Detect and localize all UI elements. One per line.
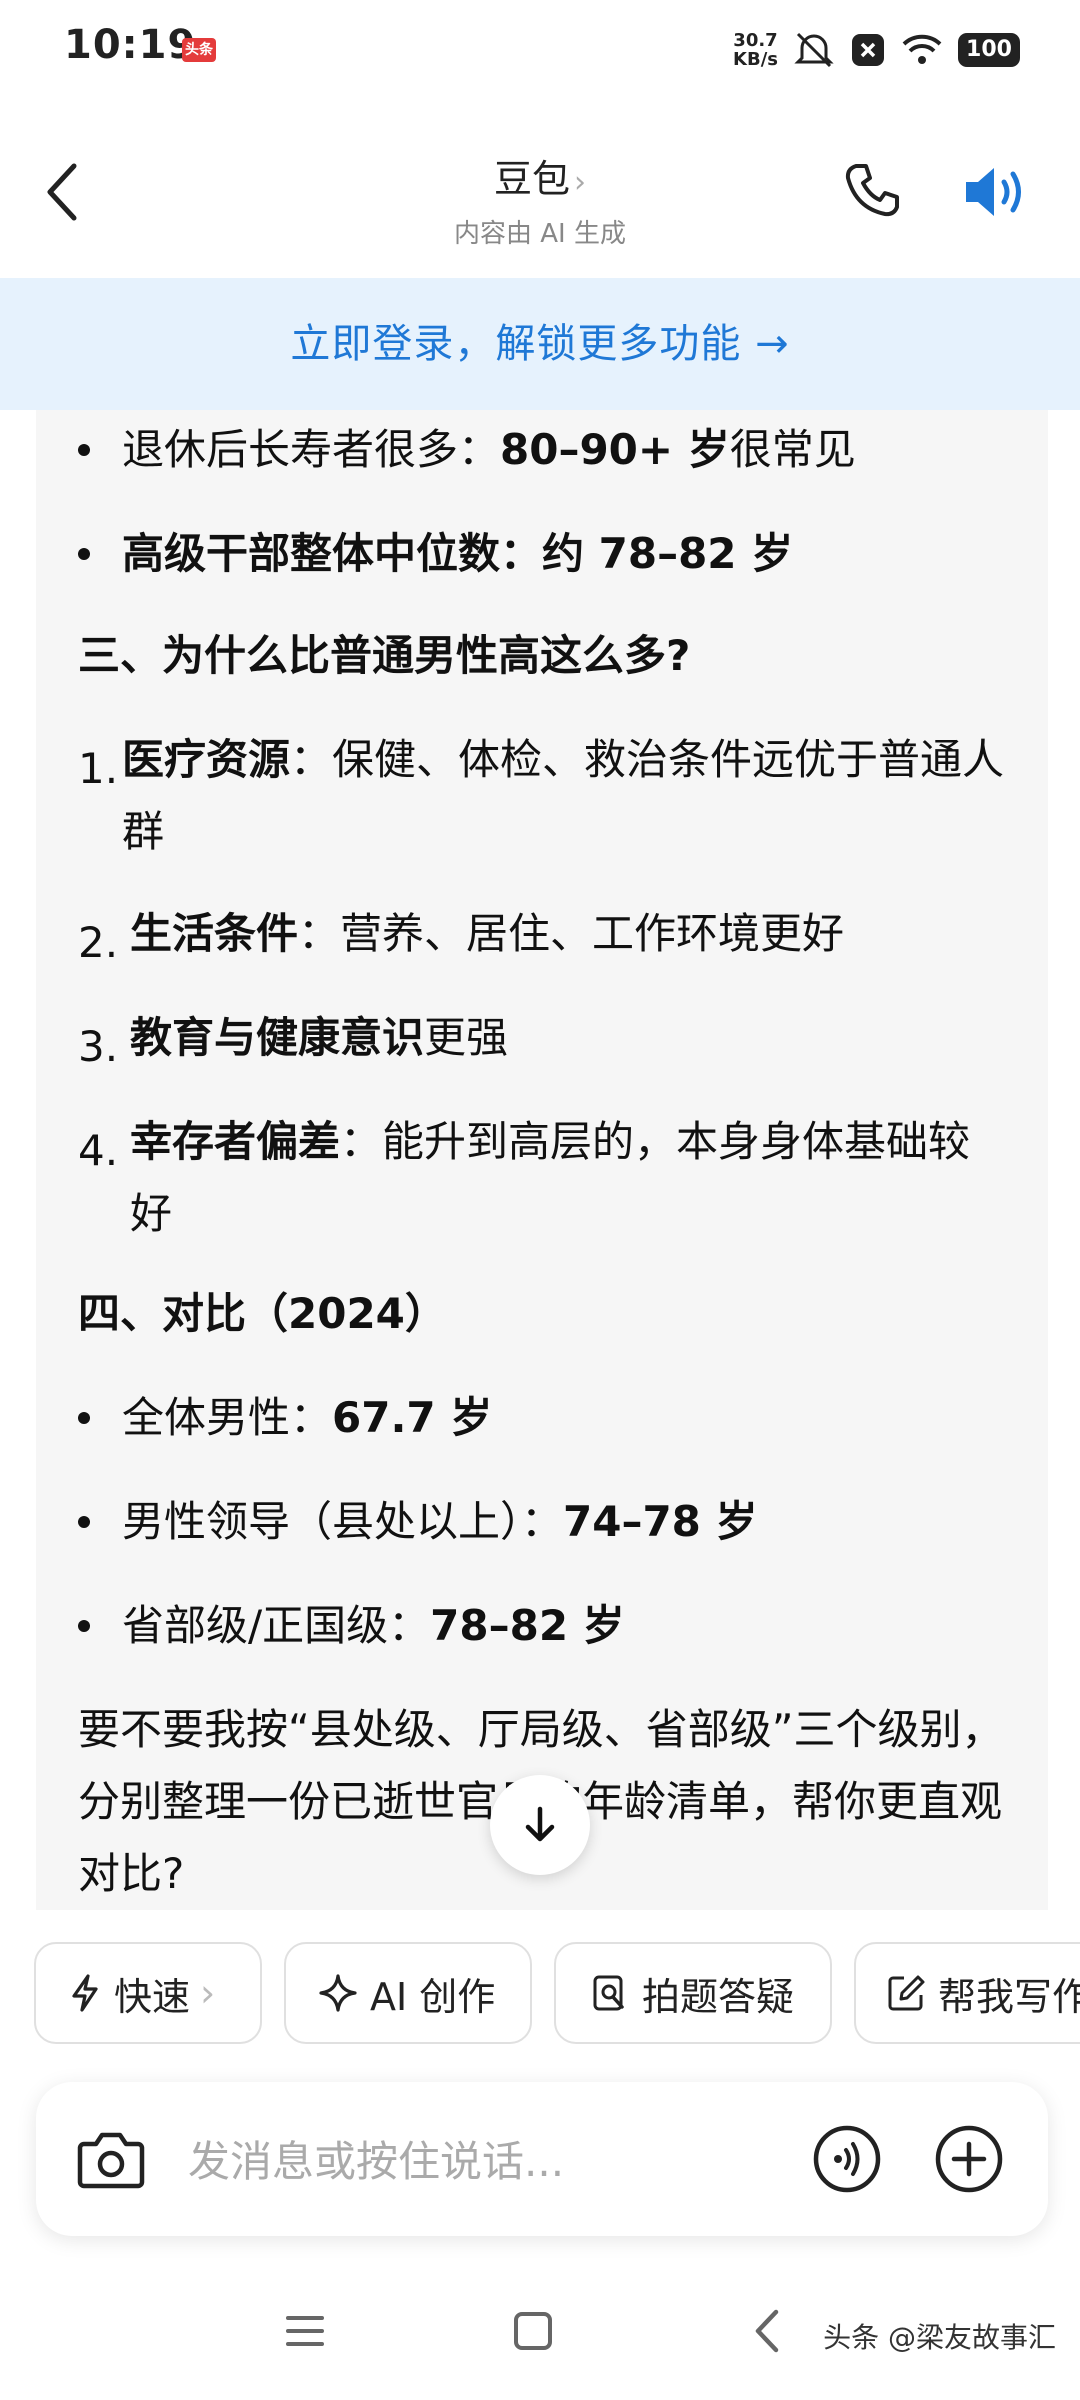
message-input[interactable]: 发消息或按住说话...: [188, 2128, 564, 2189]
voice-call-button[interactable]: [812, 2124, 882, 2194]
mute-icon: [792, 30, 836, 70]
sparkle-icon: [319, 1974, 357, 2012]
status-icons: 30.7 KB/s 100: [733, 24, 1020, 76]
chevron-right-icon: ›: [200, 1971, 216, 2015]
list-item: 生活条件：营养、居住、工作环境更好: [130, 909, 845, 958]
chip-photo-question[interactable]: 拍题答疑: [554, 1942, 832, 2044]
list-item: 退休后长寿者很多：80–90+ 岁很常见: [122, 425, 856, 474]
nav-recents-button[interactable]: [284, 2310, 326, 2352]
list-item: 全体男性：67.7 岁: [122, 1393, 493, 1442]
camera-button[interactable]: [76, 2126, 146, 2192]
message-input-bar: 发消息或按住说话...: [36, 2082, 1048, 2236]
plus-circle-icon: [935, 2125, 1003, 2193]
login-banner[interactable]: 立即登录，解锁更多功能 →: [0, 278, 1080, 410]
list-item: 教育与健康意识更强: [130, 1013, 509, 1062]
voice-wave-icon: [813, 2125, 881, 2193]
header-title-area[interactable]: 豆包 › 内容由 AI 生成: [0, 148, 1080, 250]
lightning-icon: [72, 1974, 98, 2012]
home-square-icon: [514, 2312, 552, 2350]
chip-help-write[interactable]: 帮我写作: [854, 1942, 1080, 2044]
list-number: 2.: [78, 918, 119, 967]
list-item: 省部级/正国级：78–82 岁: [122, 1601, 625, 1650]
bot-name[interactable]: 豆包: [494, 157, 570, 201]
speaker-icon[interactable]: [960, 160, 1030, 230]
status-bar: 10:19 头条 30.7 KB/s 100: [0, 0, 1080, 100]
nav-back-button[interactable]: [748, 2306, 788, 2356]
list-item: 医疗资源：保健、体检、救治条件远优于普通人群: [122, 735, 1005, 856]
list-item: 高级干部整体中位数：约 78–82 岁: [122, 529, 794, 578]
ai-disclaimer: 内容由 AI 生成: [454, 219, 626, 249]
chat-header: 豆包 › 内容由 AI 生成: [0, 100, 1080, 278]
wifi-icon: [900, 32, 944, 68]
list-number: 1.: [78, 744, 119, 793]
list-item: 男性领导（县处以上）：74–78 岁: [122, 1497, 758, 1546]
close-box-icon: [850, 32, 886, 68]
edit-icon: [888, 1975, 925, 2011]
back-chevron-icon: [755, 2309, 779, 2353]
status-time: 10:19: [64, 22, 197, 68]
watermark: 头条 @梁友故事汇: [823, 2321, 1056, 2354]
system-nav-bar: 头条 @梁友故事汇: [0, 2280, 1080, 2400]
scan-question-icon: [593, 1975, 624, 2011]
network-speed: 30.7 KB/s: [733, 30, 778, 70]
chip-ai-create[interactable]: AI 创作: [284, 1942, 532, 2044]
login-banner-text[interactable]: 立即登录，解锁更多功能 →: [290, 321, 789, 367]
bullet-dot: [78, 444, 90, 456]
nav-home-button[interactable]: [512, 2310, 554, 2352]
chat-message-area[interactable]: 退休后长寿者很多：80–90+ 岁很常见 高级干部整体中位数：约 78–82 岁…: [36, 410, 1048, 1910]
section-heading: 三、为什么比普通男性高这么多?: [78, 631, 691, 680]
battery-icon: 100: [958, 33, 1020, 67]
chip-quick[interactable]: 快速 ›: [34, 1942, 262, 2044]
menu-icon: [286, 2316, 324, 2346]
quick-action-bar: 快速 › AI 创作 拍题答疑 帮我写作: [0, 1942, 1080, 2052]
list-item: 幸存者偏差：能升到高层的，本身身体基础较好: [130, 1117, 971, 1238]
scroll-to-bottom-button[interactable]: [490, 1775, 590, 1875]
phone-call-button[interactable]: [842, 160, 906, 230]
list-number: 3.: [78, 1022, 119, 1071]
bullet-dot: [78, 548, 90, 560]
camera-icon: [77, 2132, 145, 2189]
add-button[interactable]: [934, 2124, 1004, 2194]
bullet-dot: [78, 1516, 90, 1528]
section-heading: 四、对比（2024）: [78, 1289, 447, 1338]
list-number: 4.: [78, 1126, 119, 1175]
bullet-dot: [78, 1412, 90, 1424]
toutiao-badge: 头条: [182, 38, 216, 62]
bullet-dot: [78, 1620, 90, 1632]
chevron-right-icon: ›: [574, 165, 586, 200]
